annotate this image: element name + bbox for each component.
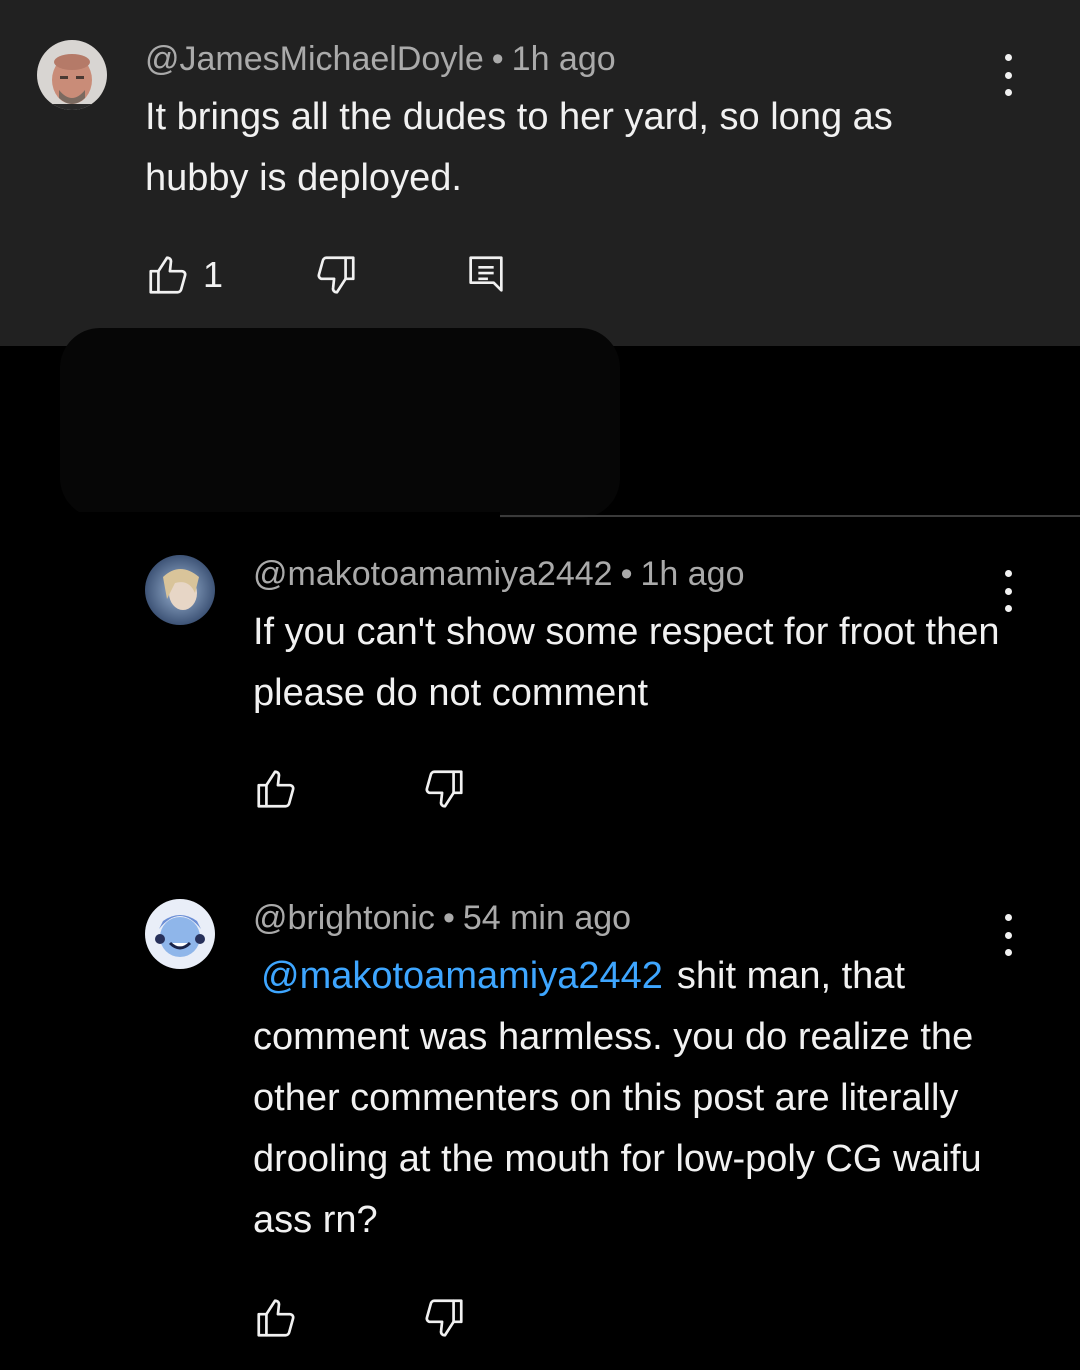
like-button[interactable]: 1 — [145, 252, 223, 298]
like-button[interactable] — [253, 1295, 299, 1341]
avatar[interactable] — [37, 40, 107, 110]
mention-link[interactable]: @makotoamamiya2442 — [261, 955, 663, 997]
comment-meta: @makotoamamiya2442 • 1h ago — [253, 555, 744, 594]
comment-meta: @JamesMichaelDoyle • 1h ago — [145, 40, 616, 79]
timestamp: 54 min ago — [462, 899, 632, 937]
like-icon — [257, 1299, 295, 1337]
dislike-button[interactable] — [421, 766, 467, 812]
separator: • — [620, 555, 633, 593]
comment-actions: 1 — [145, 252, 545, 302]
separator: • — [442, 899, 455, 937]
dislike-icon — [425, 770, 463, 808]
dislike-button[interactable] — [421, 1295, 467, 1341]
like-button[interactable] — [253, 766, 299, 812]
divider-redaction — [0, 512, 500, 520]
timestamp: 1h ago — [511, 40, 616, 78]
reply-icon — [469, 256, 503, 292]
more-options-icon[interactable] — [996, 566, 1020, 616]
dislike-icon — [317, 256, 355, 294]
separator: • — [491, 40, 504, 78]
author-name[interactable]: @brightonic — [253, 899, 435, 937]
author-name[interactable]: @makotoamamiya2442 — [253, 555, 613, 593]
dislike-icon — [425, 1299, 463, 1337]
more-options-icon[interactable] — [996, 910, 1020, 960]
comment-actions — [253, 1295, 513, 1345]
like-icon — [149, 256, 187, 294]
comment-text: If you can't show some respect for froot… — [253, 611, 1000, 714]
author-name[interactable]: @JamesMichaelDoyle — [145, 40, 484, 78]
avatar[interactable] — [145, 555, 215, 625]
like-count: 1 — [203, 254, 224, 295]
comment-text: It brings all the dudes to her yard, so … — [145, 96, 893, 199]
comment-text: @makotoamamiya2442 shit man, that comment… — [253, 946, 1013, 1251]
more-options-icon[interactable] — [996, 50, 1020, 100]
redacted-area — [60, 328, 620, 518]
comment-body: shit man, that comment was harmless. you… — [253, 955, 982, 1241]
dislike-button[interactable] — [313, 252, 359, 298]
comment-actions — [253, 766, 513, 816]
avatar[interactable] — [145, 899, 215, 969]
comment-meta: @brightonic • 54 min ago — [253, 899, 631, 938]
reply-button[interactable] — [463, 252, 509, 298]
like-icon — [257, 770, 295, 808]
timestamp: 1h ago — [640, 555, 745, 593]
